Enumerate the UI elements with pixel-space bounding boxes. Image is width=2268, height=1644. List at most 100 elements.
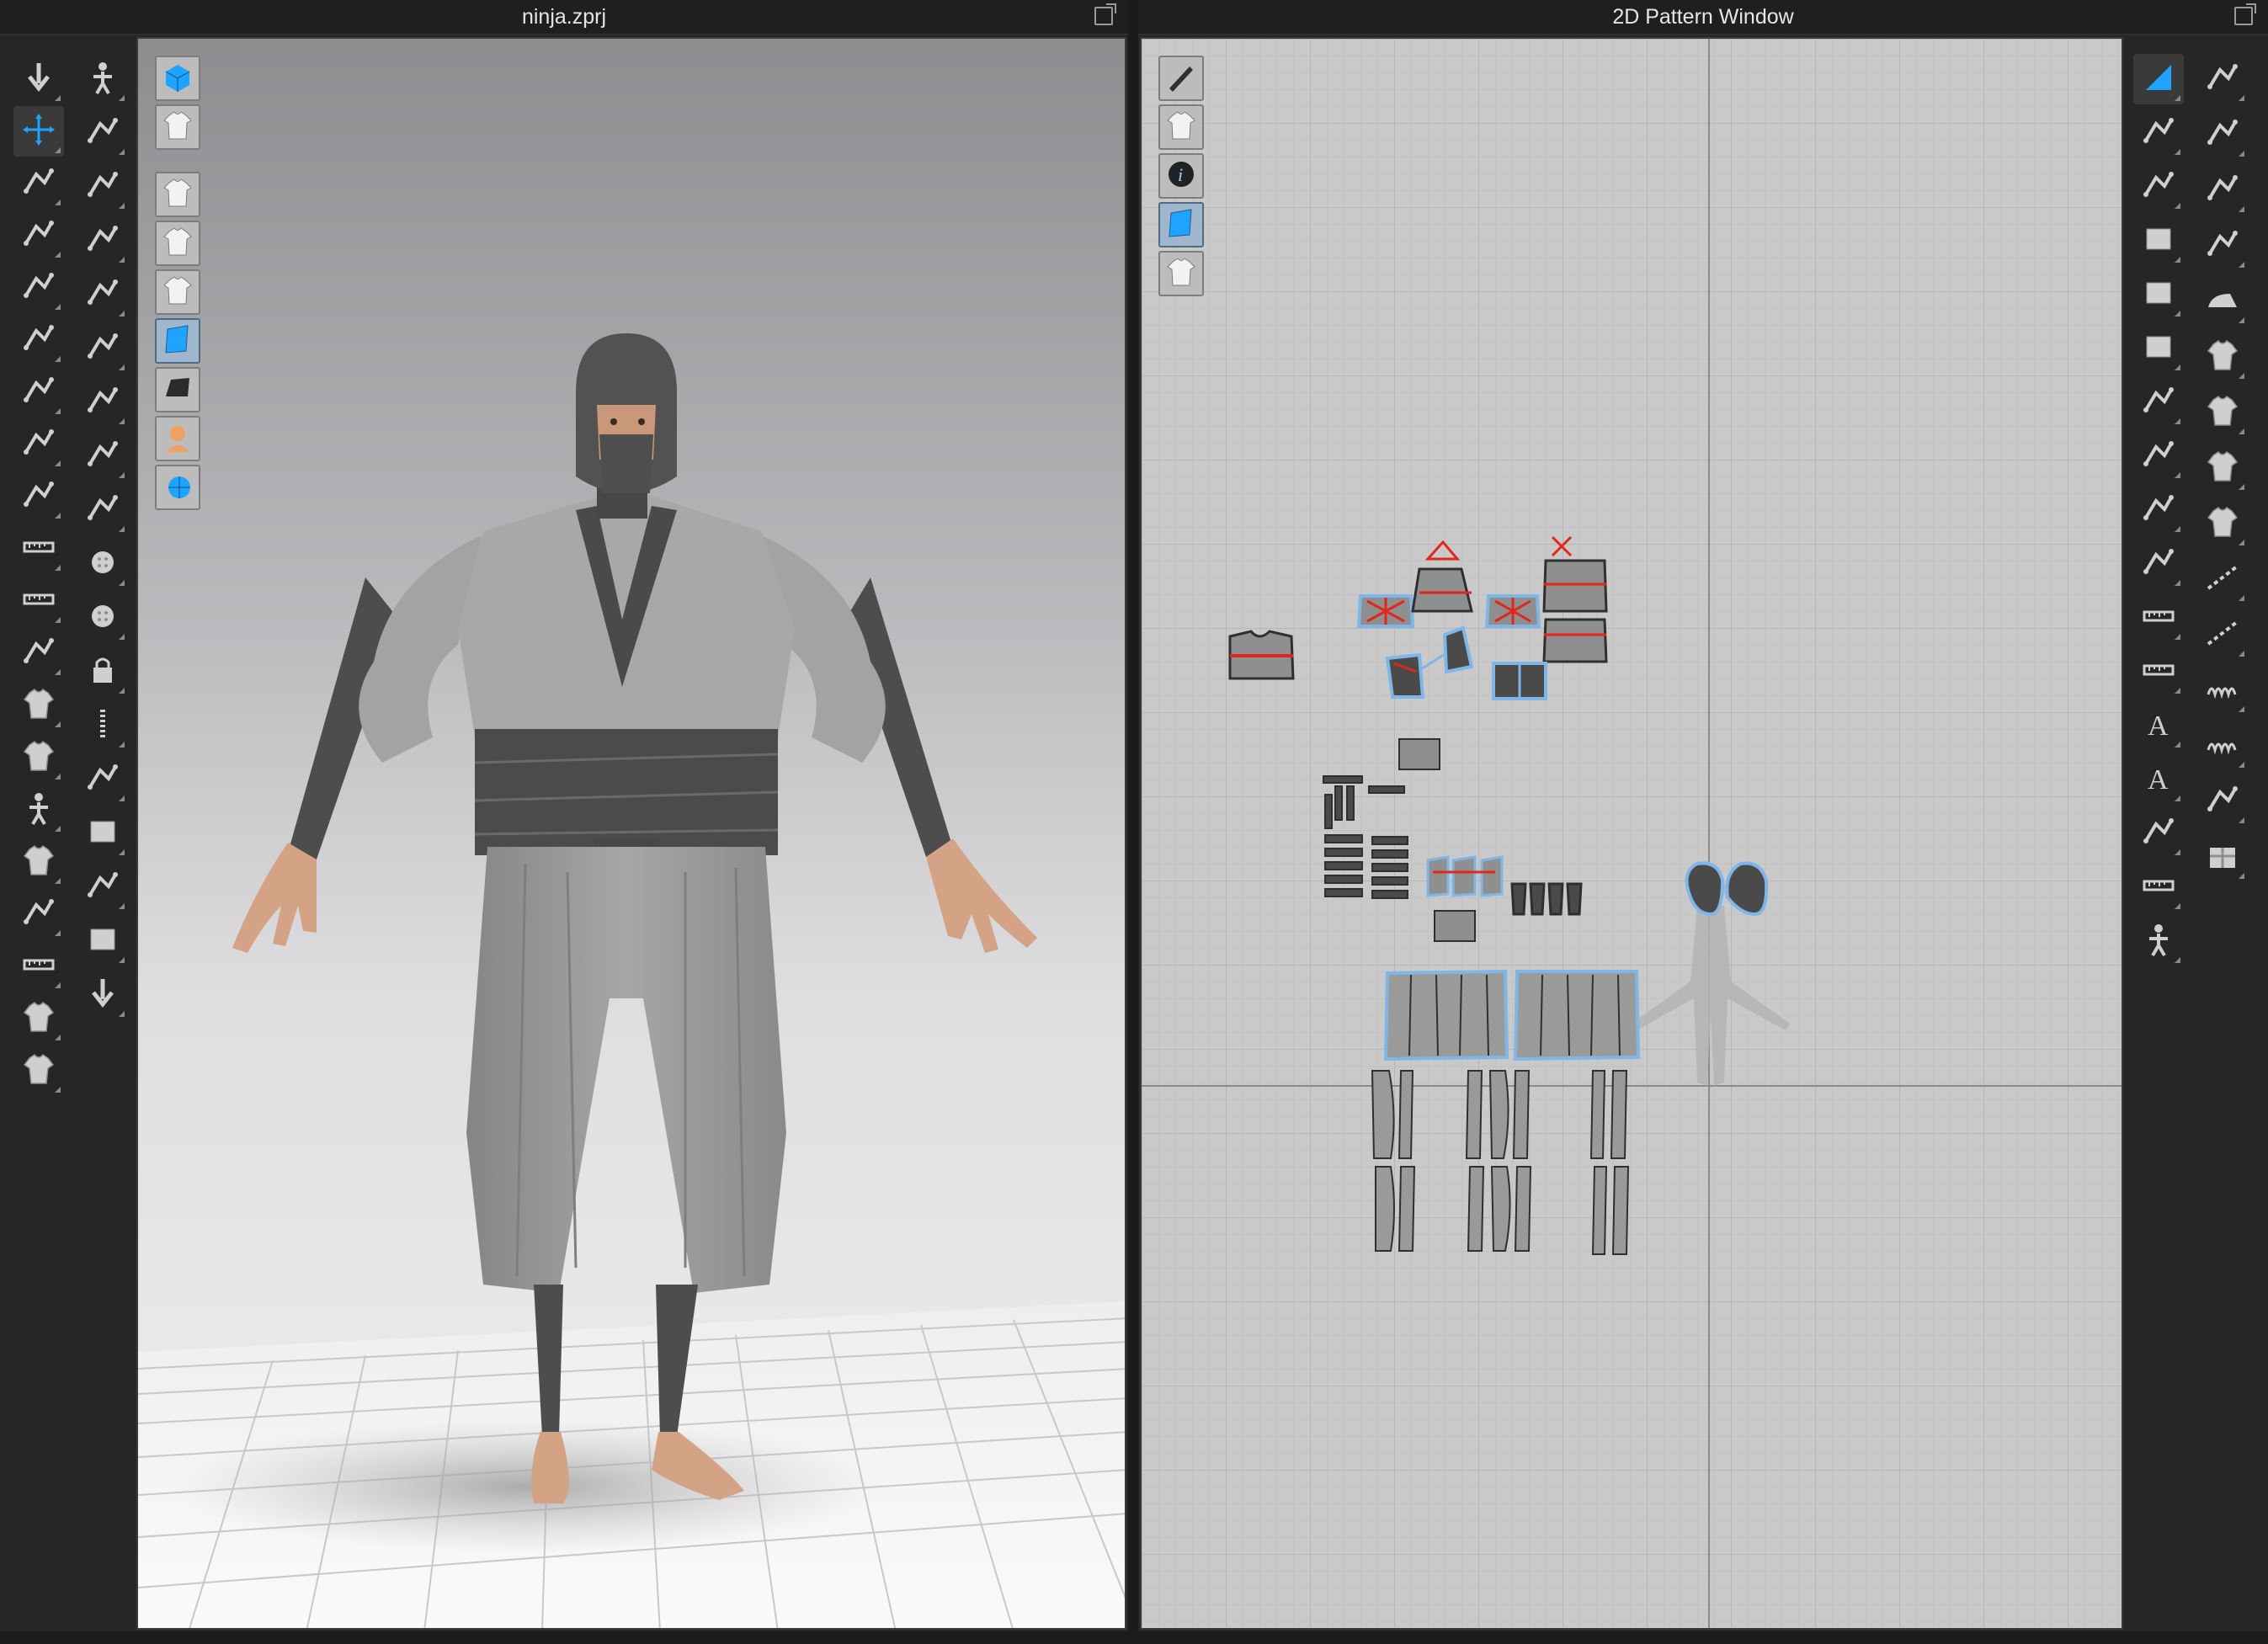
background-cube-toggle[interactable] [155, 56, 200, 101]
avatar-eye-toggle[interactable] [155, 269, 200, 315]
button-tool-button[interactable] [77, 539, 128, 589]
dotted-line-tool-button[interactable] [2197, 609, 2248, 660]
jacket-tool-button[interactable] [13, 732, 64, 783]
globe-eye-toggle[interactable] [155, 465, 200, 510]
trace-tool-button[interactable] [2133, 377, 2184, 428]
pen-eye-toggle[interactable] [1158, 56, 1204, 101]
grid-lines-tool-button[interactable] [2133, 808, 2184, 859]
pattern-obi[interactable] [1426, 855, 1583, 916]
edit-point-tool-button[interactable] [2133, 108, 2184, 158]
ruler-tool-button[interactable] [13, 941, 64, 992]
tack-tool-button[interactable] [13, 471, 64, 522]
simulation-tool-button[interactable] [13, 54, 64, 104]
segment-sew-tool-button[interactable] [77, 323, 128, 374]
shirt-point-tool-button[interactable] [2197, 332, 2248, 382]
popout-icon[interactable] [2234, 3, 2256, 25]
point-edit-tool-button[interactable] [77, 162, 128, 212]
dashed-line-tool-button[interactable] [2197, 554, 2248, 604]
spring-tool-button[interactable] [2197, 665, 2248, 716]
text-a-alt-tool-button[interactable]: A [2133, 754, 2184, 805]
select-mesh-tool-button[interactable] [13, 158, 64, 209]
segment-point-tool-button[interactable] [2197, 109, 2248, 160]
viewport-3d[interactable] [136, 37, 1126, 1630]
submenu-arrow-icon [2239, 540, 2244, 545]
brush-tool-button[interactable] [77, 215, 128, 266]
polygon-tool-button[interactable] [2133, 215, 2184, 266]
gift-tool-button[interactable] [2197, 832, 2248, 882]
pattern-shirt-small[interactable] [1228, 630, 1295, 680]
popout-icon[interactable] [1094, 3, 1116, 25]
shirt-garment-tool-button[interactable] [13, 680, 64, 731]
tape-measure-tool-button[interactable] [2133, 646, 2184, 697]
fabric-blue-toggle[interactable] [155, 318, 200, 364]
internal-rectangle-tool-button[interactable] [2133, 323, 2184, 374]
add-graphic-tool-button[interactable] [2197, 776, 2248, 827]
text-a-tool-button[interactable]: A [2133, 700, 2184, 751]
shirt-grid-tool-button[interactable] [2197, 498, 2248, 549]
texture-tool-button[interactable] [77, 485, 128, 535]
shirt-show-toggle[interactable] [155, 172, 200, 217]
strengthen-tool-button[interactable] [13, 628, 64, 678]
graphic-tool-button[interactable] [77, 862, 128, 912]
shirt-front-tool-button[interactable] [13, 1045, 64, 1096]
pattern-ties[interactable] [1323, 738, 1476, 942]
shirt-checker-tool-button[interactable] [2197, 443, 2248, 493]
shirt-lock-toggle[interactable] [1158, 251, 1204, 296]
fold-arrangement-tool-button[interactable] [13, 210, 64, 261]
eye-texture-toggle[interactable] [155, 221, 200, 266]
move-arrows-tool-button[interactable] [77, 970, 128, 1020]
rotate-mesh-tool-button[interactable] [2197, 221, 2248, 271]
curve-point-tool-button[interactable] [77, 269, 128, 320]
wave-stitch-tool-button[interactable] [2197, 721, 2248, 771]
edit-curvature-tool-button[interactable] [13, 315, 64, 365]
pattern-gi-upper[interactable] [1356, 535, 1608, 700]
walk-pose-tool-button[interactable] [77, 54, 128, 104]
shirt-select-tool-button[interactable] [13, 993, 64, 1044]
select-move-tool-button[interactable] [13, 106, 64, 157]
shirt-hatch-tool-button[interactable] [2197, 387, 2248, 438]
free-sew-tool-button[interactable] [77, 377, 128, 428]
zipper-tool-button[interactable] [77, 700, 128, 751]
piping-tool-button[interactable] [77, 754, 128, 805]
iron-tool-button[interactable] [2197, 276, 2248, 327]
fitting-suit-tool-button[interactable] [13, 837, 64, 887]
walk-pose-icon [83, 58, 122, 101]
pattern-hood[interactable] [1685, 861, 1769, 917]
submenu-arrow-icon [55, 513, 61, 519]
info-toggle[interactable]: i [1158, 153, 1204, 199]
avatar-small-tool-button[interactable] [2133, 916, 2184, 966]
ruler-2d-tool-button[interactable] [2133, 862, 2184, 912]
fold-pattern-tool-button[interactable] [2133, 539, 2184, 589]
dart-tool-button[interactable] [2133, 485, 2184, 535]
fabric-blue-toggle[interactable] [1158, 202, 1204, 247]
cut-line-tool-button[interactable] [2133, 431, 2184, 481]
window-3d-title: ninja.zprj [521, 4, 607, 29]
window-divider[interactable] [1128, 0, 1138, 1644]
surface-dark-toggle[interactable] [155, 367, 200, 412]
buttonhole-tool-button[interactable] [77, 593, 128, 643]
gradient-tool-button[interactable] [77, 916, 128, 966]
viewport-2d[interactable]: i [1140, 37, 2123, 1630]
fabric-block-tool-button[interactable] [77, 808, 128, 859]
rectangle-tool-button[interactable] [2133, 269, 2184, 320]
avatar-head-toggle[interactable] [155, 416, 200, 461]
shirt-eye-toggle[interactable] [1158, 104, 1204, 150]
garment-display-toggle[interactable] [155, 104, 200, 150]
pattern-hakama[interactable] [1383, 969, 1641, 1061]
tape-tool-button[interactable] [13, 524, 64, 574]
select-pattern-tool-button[interactable] [77, 108, 128, 158]
lock-tool-button[interactable] [77, 646, 128, 697]
corner-edit-tool-button[interactable] [2133, 54, 2184, 104]
rotate-pattern-tool-button[interactable] [2197, 165, 2248, 215]
avatar-tool-button[interactable] [13, 785, 64, 835]
transform-pattern-tool-button[interactable] [13, 263, 64, 313]
pattern-legs[interactable] [1371, 1070, 1630, 1255]
show-seam-tool-button[interactable] [77, 431, 128, 481]
puckering-tool-button[interactable] [13, 889, 64, 939]
fold-tool-button[interactable] [13, 367, 64, 418]
measure-length-tool-button[interactable] [2133, 593, 2184, 643]
pin-tool-button[interactable] [13, 419, 64, 470]
avatar-measure-tool-button[interactable] [13, 576, 64, 626]
pattern-copy-tool-button[interactable] [2197, 54, 2248, 104]
edit-curvature-2d-tool-button[interactable] [2133, 162, 2184, 212]
